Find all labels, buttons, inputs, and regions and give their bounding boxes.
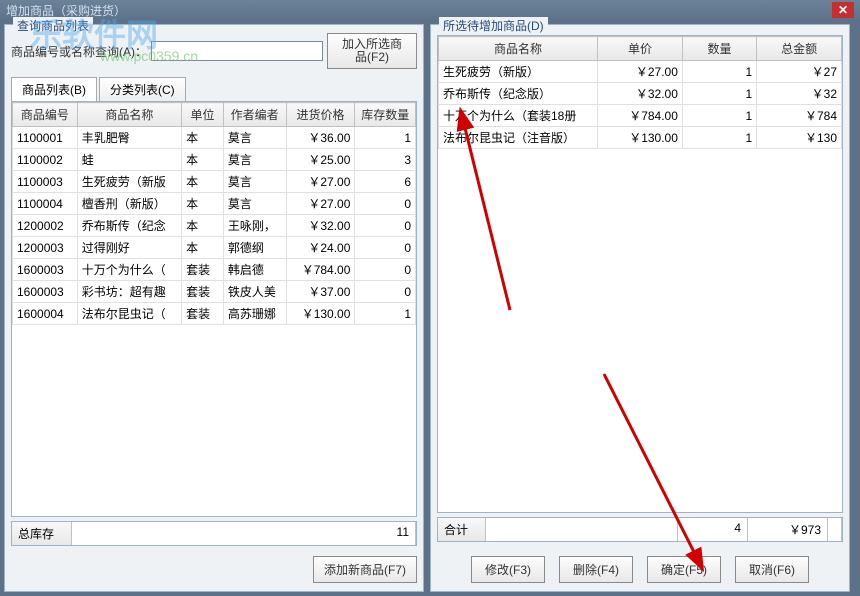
col-price[interactable]: 进货价格 [286, 103, 355, 127]
total-stock-label: 总库存 [12, 522, 72, 545]
selected-table[interactable]: 商品名称 单价 数量 总金额 生死疲劳（新版）￥27.001￥27乔布斯传（纪念… [437, 35, 843, 513]
window-title: 增加商品（采购进货） [6, 2, 126, 19]
right-footer: 合计 4 ￥973 [437, 517, 843, 542]
col-name[interactable]: 商品名称 [77, 103, 181, 127]
edit-button[interactable]: 修改(F3) [471, 556, 545, 583]
delete-button[interactable]: 删除(F4) [559, 556, 633, 583]
table-row[interactable]: 1100003生死疲劳（新版本莫言￥27.006 [13, 171, 416, 193]
total-label: 合计 [438, 518, 486, 541]
table-row[interactable]: 1200003过得刚好本郭德纲￥24.000 [13, 237, 416, 259]
col-sel-qty[interactable]: 数量 [682, 37, 756, 61]
total-amount: ￥973 [748, 518, 828, 541]
table-row[interactable]: 1100002蛙本莫言￥25.003 [13, 149, 416, 171]
close-icon: ✕ [838, 3, 848, 17]
table-row[interactable]: 1600004法布尔昆虫记（套装高苏珊娜￥130.001 [13, 303, 416, 325]
titlebar: 增加商品（采购进货） ✕ [0, 0, 860, 20]
left-footer: 总库存 11 [11, 521, 417, 546]
table-row[interactable]: 1100001丰乳肥臀本莫言￥36.001 [13, 127, 416, 149]
add-selected-button[interactable]: 加入所选商品(F2) [327, 33, 417, 69]
table-row[interactable]: 1100004檀香刑（新版）本莫言￥27.000 [13, 193, 416, 215]
table-row[interactable]: 1200002乔布斯传（纪念本王咏刚，￥32.000 [13, 215, 416, 237]
col-code[interactable]: 商品编号 [13, 103, 78, 127]
ok-button[interactable]: 确定(F5) [647, 556, 721, 583]
col-author[interactable]: 作者编者 [223, 103, 286, 127]
left-panel-title: 查询商品列表 [13, 17, 93, 34]
right-panel-title: 所选待增加商品(D) [439, 17, 548, 34]
close-button[interactable]: ✕ [832, 2, 854, 18]
search-label: 商品编号或名称查询(A)： [11, 43, 147, 60]
add-new-product-button[interactable]: 添加新商品(F7) [313, 556, 417, 583]
col-sel-amount[interactable]: 总金额 [757, 37, 842, 61]
table-row[interactable]: 1600003彩书坊：超有趣套装铁皮人美￥37.000 [13, 281, 416, 303]
table-row[interactable]: 生死疲劳（新版）￥27.001￥27 [439, 61, 842, 83]
cancel-button[interactable]: 取消(F6) [735, 556, 809, 583]
col-stock[interactable]: 库存数量 [355, 103, 416, 127]
table-row[interactable]: 法布尔昆虫记（注音版）￥130.001￥130 [439, 127, 842, 149]
table-row[interactable]: 十万个为什么（套装18册￥784.001￥784 [439, 105, 842, 127]
right-panel: 所选待增加商品(D) 商品名称 单价 数量 总金额 生死疲劳（新版）￥27.00… [430, 24, 850, 592]
table-row[interactable]: 乔布斯传（纪念版）￥32.001￥32 [439, 83, 842, 105]
col-unit[interactable]: 单位 [182, 103, 224, 127]
col-sel-name[interactable]: 商品名称 [439, 37, 598, 61]
col-sel-price[interactable]: 单价 [598, 37, 683, 61]
tab-products[interactable]: 商品列表(B) [11, 77, 97, 101]
tab-categories[interactable]: 分类列表(C) [99, 77, 186, 101]
total-stock-value: 11 [72, 522, 416, 545]
search-input[interactable] [151, 41, 323, 61]
products-table[interactable]: 商品编号 商品名称 单位 作者编者 进货价格 库存数量 1100001丰乳肥臀本… [11, 101, 417, 517]
total-qty: 4 [678, 518, 748, 541]
left-panel: 查询商品列表 商品编号或名称查询(A)： 加入所选商品(F2) 商品列表(B) … [4, 24, 424, 592]
table-row[interactable]: 1600003十万个为什么（套装韩启德￥784.000 [13, 259, 416, 281]
